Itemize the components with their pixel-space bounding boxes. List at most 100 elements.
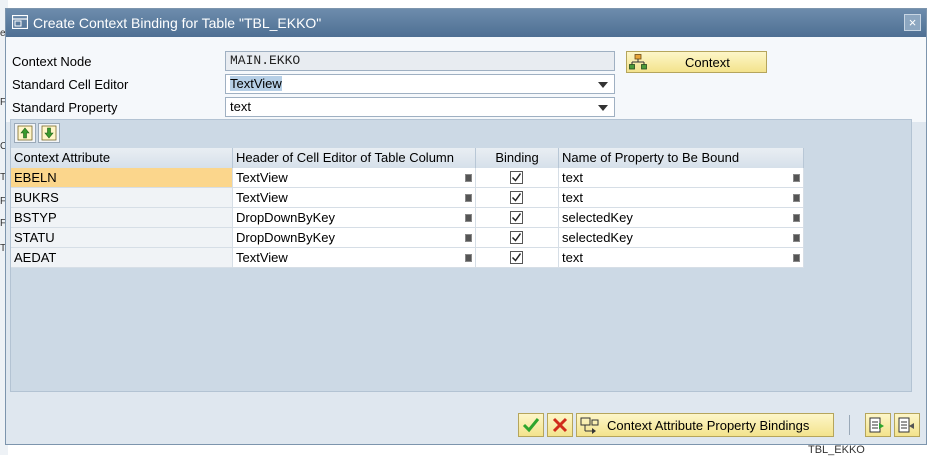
binding-checkbox[interactable] — [510, 251, 523, 264]
close-icon: × — [908, 15, 917, 30]
context-node-label: Context Node — [12, 54, 92, 69]
property-value: text — [230, 99, 251, 114]
accept-button[interactable] — [518, 413, 544, 437]
binding-cell — [476, 188, 559, 207]
checkmark-icon — [511, 173, 522, 182]
value-help-icon[interactable] — [793, 254, 800, 262]
property-dropdown[interactable]: text — [225, 97, 615, 117]
property-label: Standard Property — [12, 100, 118, 115]
move-up-icon — [17, 125, 33, 141]
binding-checkbox[interactable] — [510, 171, 523, 184]
value-help-icon[interactable] — [465, 234, 472, 242]
binding-checkbox[interactable] — [510, 211, 523, 224]
move-down-button[interactable] — [38, 123, 60, 143]
property-value: text — [562, 170, 583, 185]
value-help-icon[interactable] — [793, 174, 800, 182]
editor-value: TextView — [236, 170, 288, 185]
property-cell[interactable]: text — [559, 248, 804, 267]
table-row[interactable]: AEDAT TextView text — [11, 248, 804, 268]
editor-cell[interactable]: TextView — [233, 168, 476, 187]
context-binding-dialog: Create Context Binding for Table "TBL_EK… — [5, 8, 927, 445]
value-help-icon[interactable] — [793, 194, 800, 202]
dialog-title: Create Context Binding for Table "TBL_EK… — [33, 15, 322, 31]
dialog-window-icon — [11, 14, 29, 32]
editor-cell[interactable]: TextView — [233, 188, 476, 207]
table-row[interactable]: EBELN TextView text — [11, 168, 804, 188]
form-area: Context Node MAIN.EKKO Context Standard … — [6, 37, 926, 122]
dialog-titlebar[interactable]: Create Context Binding for Table "TBL_EK… — [6, 9, 926, 37]
context-button-label: Context — [685, 55, 730, 70]
cell-editor-value: TextView — [230, 76, 282, 91]
binding-cell — [476, 248, 559, 267]
property-cell[interactable]: selectedKey — [559, 228, 804, 247]
cell-editor-label: Standard Cell Editor — [12, 77, 129, 92]
binding-checkbox[interactable] — [510, 191, 523, 204]
checkmark-icon — [511, 193, 522, 202]
chevron-down-icon[interactable] — [598, 82, 608, 88]
checkmark-icon — [511, 213, 522, 222]
bindings-button-label: Context Attribute Property Bindings — [607, 418, 810, 433]
value-help-icon[interactable] — [465, 254, 472, 262]
attribute-cell[interactable]: BSTYP — [11, 208, 233, 227]
import-button[interactable] — [894, 413, 920, 437]
export-icon — [869, 417, 884, 433]
attribute-cell[interactable]: EBELN — [11, 168, 233, 187]
property-value: selectedKey — [562, 210, 633, 225]
close-button[interactable]: × — [904, 14, 921, 31]
property-cell[interactable]: text — [559, 188, 804, 207]
cancel-button[interactable] — [547, 413, 573, 437]
column-header-editor[interactable]: Header of Cell Editor of Table Column — [233, 148, 476, 168]
table-row[interactable]: BSTYP DropDownByKey selectedKey — [11, 208, 804, 228]
checkmark-icon — [522, 418, 540, 433]
export-button[interactable] — [865, 413, 891, 437]
chevron-down-icon[interactable] — [598, 105, 608, 111]
cell-editor-dropdown[interactable]: TextView — [225, 74, 615, 94]
move-down-icon — [41, 125, 57, 141]
binding-table-area: Context Attribute Header of Cell Editor … — [10, 119, 912, 392]
dialog-footer: Context Attribute Property Bindings — [6, 392, 926, 444]
property-cell[interactable]: text — [559, 168, 804, 187]
editor-value: TextView — [236, 250, 288, 265]
attribute-cell[interactable]: STATU — [11, 228, 233, 247]
editor-value: DropDownByKey — [236, 230, 335, 245]
binding-cell — [476, 168, 559, 187]
column-header-property[interactable]: Name of Property to Be Bound — [559, 148, 804, 168]
editor-value: TextView — [236, 190, 288, 205]
hierarchy-icon — [629, 54, 647, 73]
binding-cell — [476, 228, 559, 247]
property-value: text — [562, 190, 583, 205]
value-help-icon[interactable] — [465, 174, 472, 182]
checkmark-icon — [511, 253, 522, 262]
property-cell[interactable]: selectedKey — [559, 208, 804, 227]
cancel-x-icon — [552, 417, 568, 433]
table-header: Context Attribute Header of Cell Editor … — [11, 148, 804, 168]
context-attribute-property-bindings-button[interactable]: Context Attribute Property Bindings — [576, 413, 834, 437]
checkmark-icon — [511, 233, 522, 242]
column-header-binding[interactable]: Binding — [476, 148, 559, 168]
attribute-cell[interactable]: AEDAT — [11, 248, 233, 267]
value-help-icon[interactable] — [793, 234, 800, 242]
editor-cell[interactable]: DropDownByKey — [233, 228, 476, 247]
value-help-icon[interactable] — [465, 214, 472, 222]
binding-checkbox[interactable] — [510, 231, 523, 244]
attribute-cell[interactable]: BUKRS — [11, 188, 233, 207]
table-row[interactable]: STATU DropDownByKey selectedKey — [11, 228, 804, 248]
binding-cell — [476, 208, 559, 227]
editor-cell[interactable]: DropDownByKey — [233, 208, 476, 227]
value-help-icon[interactable] — [793, 214, 800, 222]
property-value: text — [562, 250, 583, 265]
value-help-icon[interactable] — [465, 194, 472, 202]
table-row[interactable]: BUKRS TextView text — [11, 188, 804, 208]
background-bottom-text: TBL_EKKO — [808, 444, 865, 456]
import-icon — [898, 417, 914, 433]
move-up-button[interactable] — [14, 123, 36, 143]
editor-value: DropDownByKey — [236, 210, 335, 225]
editor-cell[interactable]: TextView — [233, 248, 476, 267]
context-node-value: MAIN.EKKO — [230, 53, 301, 68]
property-value: selectedKey — [562, 230, 633, 245]
toolbar-separator — [849, 415, 850, 435]
context-button[interactable]: Context — [626, 51, 767, 73]
bindings-icon — [580, 417, 599, 434]
column-header-attribute[interactable]: Context Attribute — [11, 148, 233, 168]
context-node-field: MAIN.EKKO — [225, 51, 615, 71]
